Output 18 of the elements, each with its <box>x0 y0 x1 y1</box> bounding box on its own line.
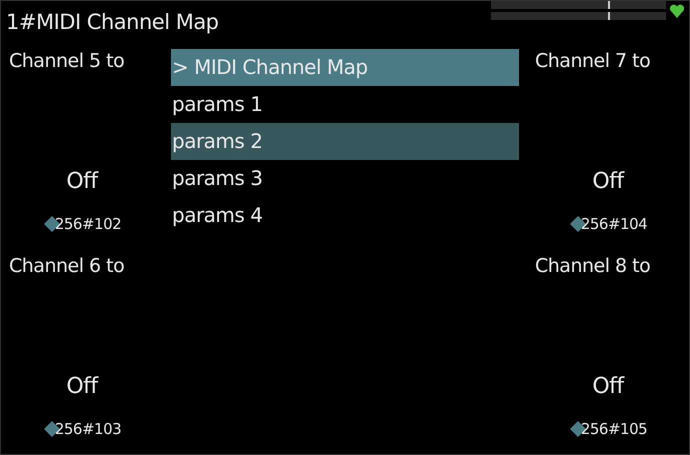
menu-item[interactable]: > MIDI Channel Map <box>171 49 519 86</box>
channel-label: Channel 5 to <box>8 49 124 74</box>
channel-label: Channel 7 to <box>534 49 650 74</box>
param-text: 256#105 <box>580 419 648 440</box>
param-text: 256#104 <box>580 214 648 235</box>
param-text: 256#102 <box>54 214 122 235</box>
value-text: Off <box>592 374 624 399</box>
menu-item[interactable]: params 2 <box>171 123 519 160</box>
window-title: 1#MIDI Channel Map <box>5 9 219 36</box>
menu-item[interactable]: params 3 <box>171 160 519 197</box>
value-text: Off <box>66 169 98 194</box>
value-text: Off <box>592 169 624 194</box>
param-text: 256#103 <box>54 419 122 440</box>
channel-label: Channel 8 to <box>534 254 650 279</box>
menu-item[interactable]: params 1 <box>171 86 519 123</box>
value-text: Off <box>66 374 98 399</box>
channel-label: Channel 6 to <box>8 254 124 279</box>
menu-item[interactable]: params 4 <box>171 197 519 234</box>
